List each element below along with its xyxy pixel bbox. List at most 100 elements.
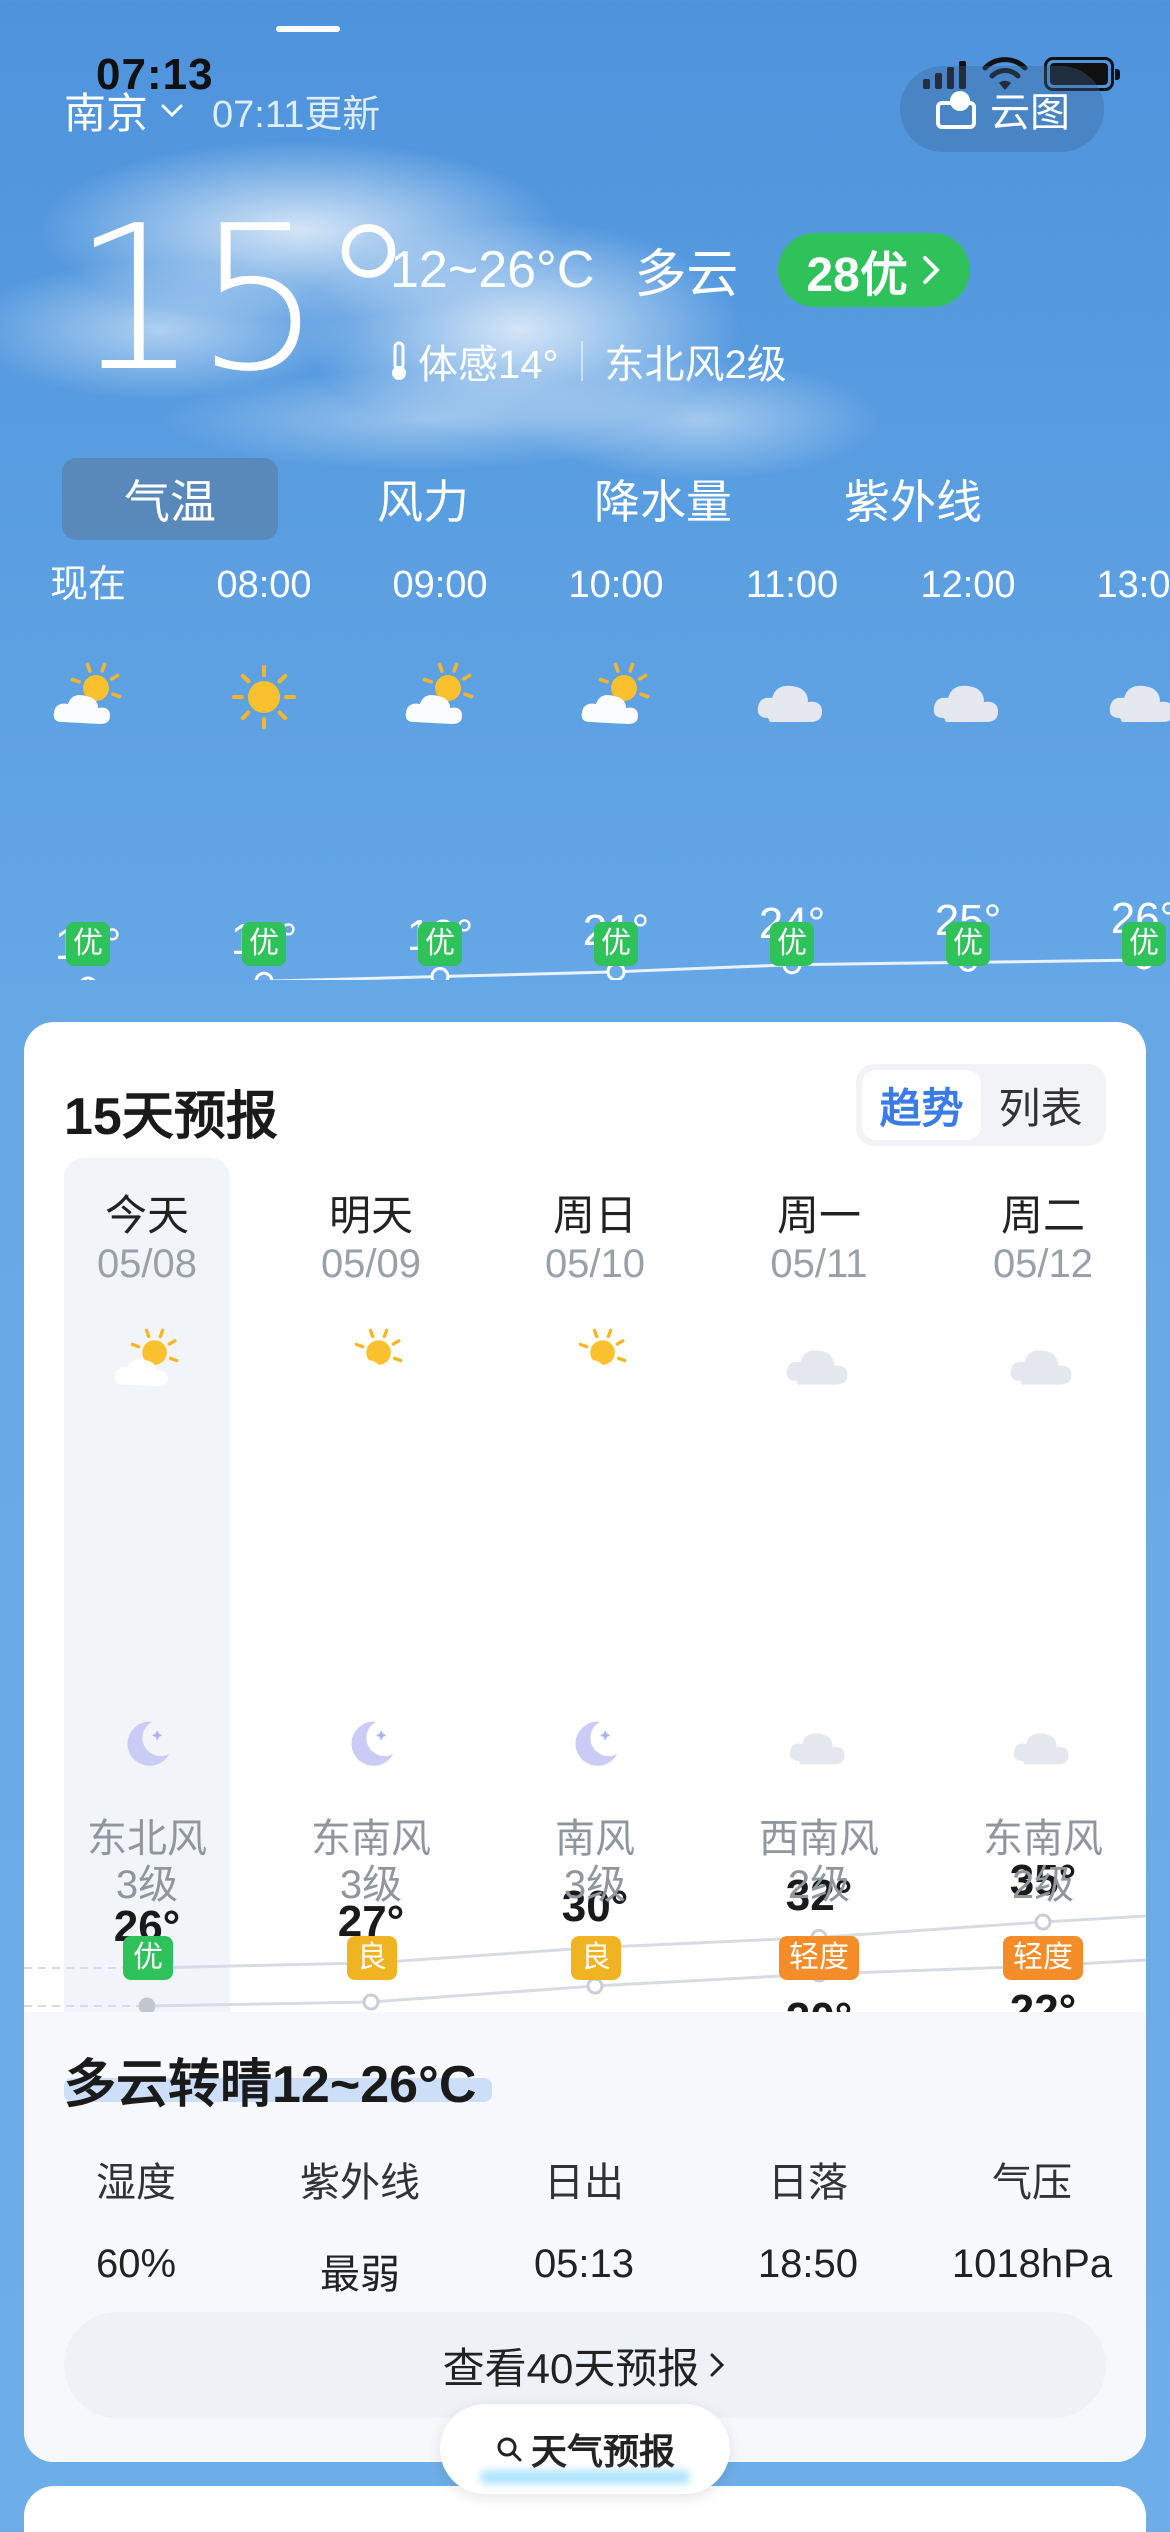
moon-icon	[575, 1721, 618, 1766]
day-wind: 东南风 2级	[931, 1816, 1146, 1908]
wind-level: 2级	[787, 1863, 851, 1907]
stat-sunset: 日落 18:50	[696, 2150, 920, 2300]
low-temp-line-point	[362, 1993, 380, 2011]
cloud-icon	[789, 1733, 845, 1765]
hour-column[interactable]: 08:0017°优	[176, 560, 352, 966]
day-name: 今天	[104, 1192, 189, 1239]
hour-column[interactable]: 12:00 25° 优	[880, 560, 1056, 966]
tab-precipitation[interactable]: 降水量	[568, 458, 758, 540]
stat-pressure: 气压 1018hPa	[920, 2150, 1144, 2300]
stat-value: 1018hPa	[951, 2242, 1113, 2286]
partly-cloudy-icon	[53, 662, 122, 724]
stat-label: 气压	[992, 2161, 1072, 2205]
update-time: 07:11更新	[212, 94, 381, 136]
wind-level: 2级	[1011, 1863, 1075, 1907]
weather-forecast-label: 天气预报	[530, 2431, 675, 2472]
hourly-temp-point	[80, 976, 96, 980]
cloud-icon	[757, 685, 822, 722]
wind-level: 3级	[563, 1863, 627, 1907]
stat-label: 紫外线	[300, 2161, 420, 2205]
wind-level: 3级	[115, 1863, 179, 1907]
hour-icon-wrap	[928, 662, 1008, 732]
hour-column[interactable]: 10:0021°优	[528, 560, 704, 966]
day-icon-wrap	[109, 1328, 185, 1394]
day-icon-wrap	[333, 1328, 409, 1394]
stat-value: 05:13	[533, 2242, 635, 2286]
cloud-map-label: 云图	[990, 91, 1070, 135]
day-name: 周日	[552, 1192, 637, 1239]
low-temp-line-point	[586, 1977, 604, 1995]
stat-value: 18:50	[757, 2242, 859, 2286]
day-aqi-badge: 优	[123, 1936, 173, 1980]
metric-tabs: 气温 风力 降水量 紫外线	[62, 458, 1112, 540]
location-selector[interactable]: 南京 07:11更新	[64, 80, 380, 141]
chevron-right-icon	[922, 255, 940, 284]
day-wind: 西南风 2级	[707, 1816, 931, 1908]
wind-direction: 东南风	[311, 1817, 431, 1861]
stat-value: 60%	[95, 2242, 177, 2286]
hour-column[interactable]: 09:0019°优	[352, 560, 528, 966]
moon-icon	[127, 1721, 170, 1766]
night-icon-wrap	[561, 1712, 629, 1780]
current-range-row: 12~26°C 多云 28优	[390, 232, 970, 307]
night-icon-wrap	[337, 1712, 405, 1780]
feels-like: 体感14°	[418, 343, 559, 387]
hour-column[interactable]: 13:0026°优	[1056, 560, 1170, 966]
aqi-pill[interactable]: 28优	[778, 232, 970, 307]
hour-column[interactable]: 11:0024°优	[704, 560, 880, 966]
stat-label: 日落	[768, 2161, 848, 2205]
sun-icon	[232, 665, 296, 729]
forecast-40-day-button[interactable]: 查看40天预报	[64, 2312, 1106, 2418]
partly-cloudy-icon	[405, 662, 474, 724]
day-aqi-badge: 良	[347, 1936, 397, 1980]
hour-aqi-badge: 优	[66, 922, 110, 966]
weather-forecast-pill[interactable]: 天气预报	[440, 2404, 730, 2494]
day-date: 05/11	[770, 1242, 868, 1286]
temperature-range: 12~26°C	[390, 240, 595, 299]
weather-condition: 多云	[634, 246, 739, 304]
cloud-icon	[933, 685, 998, 722]
tab-wind[interactable]: 风力	[338, 458, 508, 540]
cloud-icon	[1109, 685, 1170, 722]
hour-aqi-badge: 优	[770, 922, 814, 966]
day-wind: 东南风 3级	[259, 1816, 483, 1908]
day-wind: 南风 3级	[483, 1816, 707, 1908]
stats-row: 湿度 60% 紫外线 最弱 日出 05:13 日落 18:50 气压 1018h…	[24, 2150, 1146, 2300]
tab-uv[interactable]: 紫外线	[818, 458, 1008, 540]
partly-cloudy-icon	[338, 1328, 403, 1387]
hour-icon-wrap	[1104, 662, 1170, 732]
forecast-card: 15天预报 趋势 列表 今天05/0826°12°东北风3级优明天05/0927…	[24, 1022, 1146, 2462]
hour-time: 08:00	[216, 564, 312, 606]
day-aqi-badge: 轻度	[779, 1936, 859, 1980]
high-temp-line-point	[1034, 1913, 1052, 1931]
current-detail-row: 体感14° 东北风2级	[388, 332, 787, 390]
divider	[580, 341, 583, 381]
chevron-right-icon	[710, 2353, 725, 2377]
stat-sunrise: 日出 05:13	[472, 2150, 696, 2300]
partly-cloudy-icon	[581, 662, 650, 724]
day-date: 05/12	[992, 1242, 1094, 1286]
aqi-value: 28优	[806, 248, 908, 302]
hour-column[interactable]: 现在15°优	[0, 560, 176, 969]
tab-temperature[interactable]: 气温	[62, 458, 278, 540]
city-name: 南京	[64, 90, 149, 137]
hour-time: 13:00	[1096, 564, 1170, 606]
night-icon-wrap	[1009, 1712, 1077, 1780]
chevron-down-icon	[161, 104, 183, 117]
hourly-forecast[interactable]: 现在15°优08:0017°优09:0019°优10:0021°优11:0024…	[0, 560, 1170, 980]
hour-icon-wrap	[400, 662, 480, 732]
moon-icon	[351, 1721, 394, 1766]
hour-time: 10:00	[568, 564, 664, 606]
night-icon-wrap	[113, 1712, 181, 1780]
day-aqi-badge: 良	[571, 1936, 621, 1980]
current-temperature: 15°	[72, 183, 418, 416]
day-wind: 东北风 3级	[35, 1816, 259, 1908]
stat-label: 日出	[544, 2161, 624, 2205]
summary-section: 多云转晴12~26°C 湿度 60% 紫外线 最弱 日出 05:13 日落 18…	[24, 2012, 1146, 2462]
cloud-icon	[786, 1350, 848, 1385]
day-date: 05/09	[320, 1242, 422, 1286]
hour-aqi-badge: 优	[1122, 922, 1166, 966]
day-icon-wrap	[557, 1328, 633, 1394]
hour-aqi-badge: 优	[418, 922, 462, 966]
cloud-map-button[interactable]: 云图	[900, 66, 1104, 152]
